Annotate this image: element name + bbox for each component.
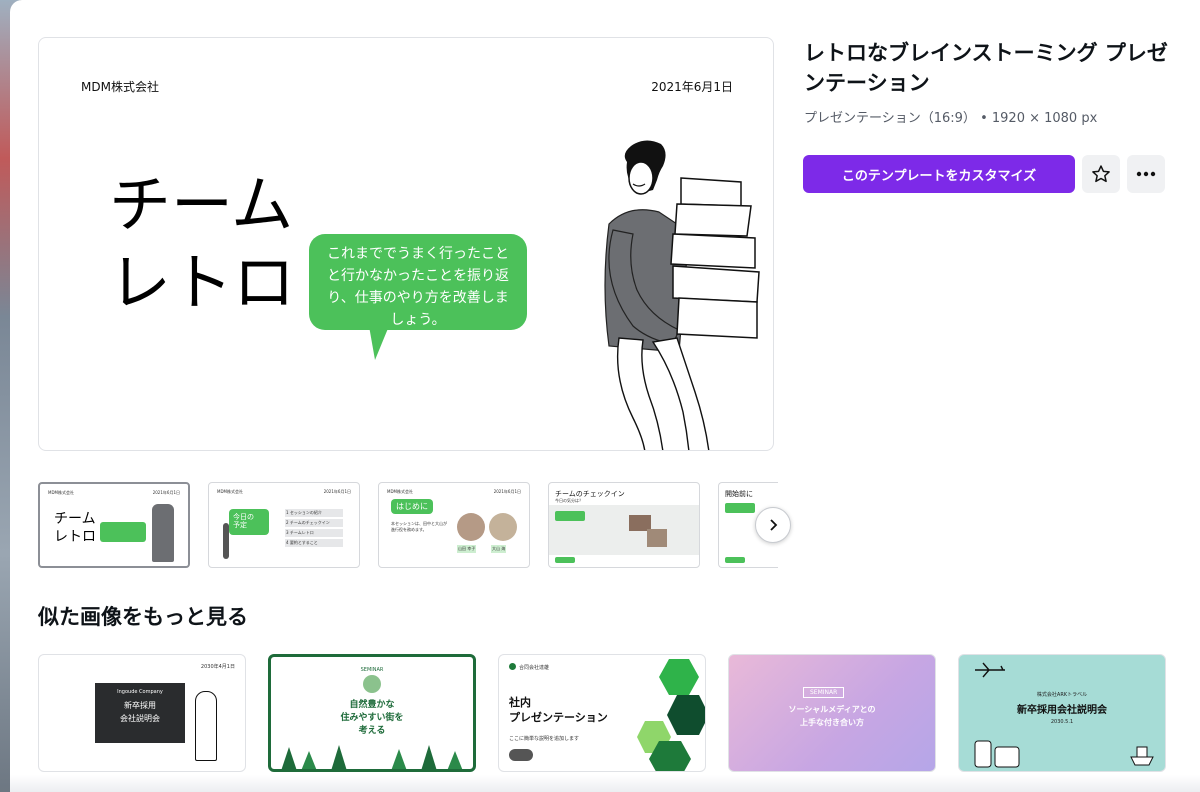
thumb-body: 本セッションは、田中と大山が進行役を務めます。 — [391, 521, 447, 532]
similar-label: SEMINAR — [360, 667, 384, 673]
similar-company: 合同会社達雄 — [519, 665, 550, 671]
person-carrying-boxes-illustration — [604, 140, 760, 450]
tree-icon — [363, 675, 381, 693]
blackboard: Ingoude Company 新卒採用 会社説明会 — [95, 683, 185, 743]
forest-illustration — [281, 745, 463, 769]
similar-template-1[interactable]: 2030年4月1日 Ingoude Company 新卒採用 会社説明会 — [38, 654, 246, 772]
similar-title: 自然豊かな 住みやすい街を 考える — [340, 700, 404, 736]
play-button — [509, 749, 533, 761]
hexagon-shapes — [637, 659, 705, 771]
similar-template-2[interactable]: SEMINAR 自然豊かな 住みやすい街を 考える — [268, 654, 476, 772]
page-thumbnail-4[interactable]: チームのチェックイン 今日の気分は？ — [548, 482, 700, 568]
similar-template-5[interactable]: 株式会社ARKトラベル 新卒採用会社説明会 2030.5.1 — [958, 654, 1166, 772]
thumb-bubble — [725, 503, 755, 513]
similar-date: 2030年4月1日 — [200, 664, 235, 670]
template-meta: プレゼンテーション（16:9） • 1920 × 1080 px — [804, 107, 1097, 126]
thumb-date: 2021年6月1日 — [152, 490, 180, 495]
more-options-button[interactable] — [1127, 155, 1165, 193]
agenda-item: 4 要約とすること — [285, 539, 343, 547]
name-label: 山田 幸子 — [457, 545, 477, 553]
chevron-right-icon — [770, 519, 778, 531]
page-thumbnail-2[interactable]: MDM株式会社 2021年6月1日 今日の 予定 1 セッションの紹介 2 チー… — [208, 482, 360, 568]
woman-illustration — [195, 691, 217, 761]
thumb-company: MDM株式会社 — [48, 490, 74, 495]
similar-date: 2030.5.1 — [1050, 719, 1074, 725]
similar-title: 社内 プレゼンテーション — [509, 696, 608, 724]
logo-icon — [509, 663, 516, 670]
similar-title: ソーシャルメディアとの 上手な付き合い方 — [788, 705, 876, 727]
thumb-title: はじめに — [391, 499, 433, 514]
slide-title: チーム レトロ — [109, 168, 296, 319]
ship-icon — [1130, 746, 1154, 766]
photo-card — [647, 529, 667, 547]
thumb-date: 2021年6月1日 — [323, 489, 351, 494]
thumb-subtitle: 今日の気分は？ — [555, 498, 583, 503]
thumb-button — [555, 557, 575, 563]
similar-subtitle: ここに簡単な説明を追加します — [509, 736, 580, 742]
star-icon — [1092, 165, 1110, 183]
favorite-button[interactable] — [1082, 155, 1120, 193]
avatar — [457, 513, 485, 541]
template-size: • 1920 × 1080 px — [980, 111, 1098, 126]
slide-company: MDM株式会社 — [81, 80, 159, 94]
similar-section-title: 似た画像をもっと見る — [38, 605, 248, 629]
template-title: レトロなブレインストーミング プレゼンテーション — [804, 41, 1168, 95]
thumb-bubble — [555, 511, 585, 521]
similar-template-3[interactable]: 合同会社達雄 社内 プレゼンテーション ここに簡単な説明を追加します — [498, 654, 706, 772]
similar-template-4[interactable]: SEMINAR ソーシャルメディアとの 上手な付き合い方 — [728, 654, 936, 772]
luggage-icon — [974, 740, 1020, 768]
page-thumbnail-3[interactable]: MDM株式会社 2021年6月1日 はじめに 本セッションは、田中と大山が進行役… — [378, 482, 530, 568]
customize-template-button[interactable]: このテンプレートをカスタマイズ — [803, 155, 1075, 193]
thumb-company: MDM株式会社 — [387, 489, 413, 494]
speech-bubble: これまででうまく行ったことと行かなかったことを振り返り、仕事のやり方を改善しまし… — [309, 234, 527, 330]
speech-bubble-tail — [369, 326, 389, 360]
name-label: 大山 海 — [491, 545, 507, 553]
agenda-item: 1 セッションの紹介 — [285, 509, 343, 517]
thumb-person — [152, 504, 174, 562]
template-detail-modal: MDM株式会社 2021年6月1日 チーム レトロ これまででうまく行ったことと… — [10, 0, 1200, 792]
similar-company: Ingoude Company — [117, 689, 163, 695]
page-thumbnail-1[interactable]: MDM株式会社 2021年6月1日 チーム レトロ — [38, 482, 190, 568]
similar-label: SEMINAR — [803, 687, 845, 698]
more-icon — [1136, 171, 1156, 177]
thumb-title: 開始前に — [725, 490, 753, 498]
thumb-title: チーム レトロ — [54, 511, 96, 545]
bottom-fade — [10, 775, 1200, 792]
template-type: プレゼンテーション（16:9） — [804, 111, 976, 126]
airplane-icon — [975, 662, 1005, 678]
avatar — [489, 513, 517, 541]
similar-company: 株式会社ARKトラベル — [1036, 692, 1088, 698]
agenda-item: 3 チームレトロ — [285, 529, 343, 537]
main-slide-preview[interactable]: MDM株式会社 2021年6月1日 チーム レトロ これまででうまく行ったことと… — [38, 37, 774, 451]
thumb-bubble — [100, 522, 146, 542]
thumb-company: MDM株式会社 — [217, 489, 243, 494]
similar-title: 新卒採用 会社説明会 — [120, 701, 160, 723]
next-thumbnails-button[interactable] — [755, 507, 791, 543]
thumb-button — [725, 557, 745, 563]
similar-title: 新卒採用会社説明会 — [1017, 705, 1107, 716]
agenda-item: 2 チームのチェックイン — [285, 519, 343, 527]
thumb-date: 2021年6月1日 — [493, 489, 521, 494]
slide-date: 2021年6月1日 — [651, 80, 733, 94]
thumb-title: 今日の 予定 — [229, 509, 269, 535]
